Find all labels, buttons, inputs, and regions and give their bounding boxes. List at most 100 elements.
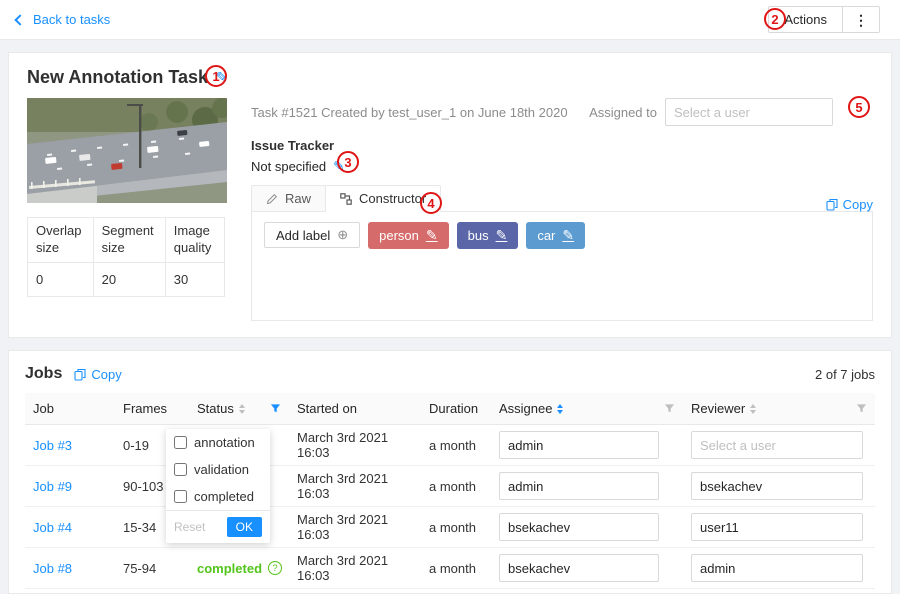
column-job[interactable]: Job xyxy=(25,393,115,425)
column-reviewer-label[interactable]: Reviewer xyxy=(691,401,745,416)
duration-cell: a month xyxy=(421,425,491,466)
column-assignee-label[interactable]: Assignee xyxy=(499,401,552,416)
assignee-input[interactable] xyxy=(499,472,659,500)
job-link[interactable]: Job #9 xyxy=(33,479,72,494)
started-cell: March 3rd 2021 16:03 xyxy=(289,425,421,466)
raw-pencil-icon xyxy=(266,193,278,205)
table-row: Job #4 15-34 March 3rd 2021 16:03 a mont… xyxy=(25,507,875,548)
task-meta-text: Task #1521 Created by test_user_1 on Jun… xyxy=(251,105,568,120)
params-value-row: 0 20 30 xyxy=(28,262,225,296)
status-filter-icon[interactable] xyxy=(270,403,281,414)
reviewer-input[interactable] xyxy=(691,554,863,582)
params-header-row: Overlap size Segment size Image quality xyxy=(28,218,225,263)
assigned-to-wrap: Assigned to xyxy=(589,98,873,126)
status-badge: completed ? xyxy=(197,561,282,576)
filter-option-validation[interactable]: validation xyxy=(166,456,270,483)
status-cell: completed ? xyxy=(189,548,289,589)
status-sort-icons[interactable] xyxy=(239,404,245,414)
copy-icon xyxy=(74,368,86,381)
assignee-sort-icons[interactable] xyxy=(557,404,563,414)
jobs-table-header-row: Job Frames Status Started on Duration xyxy=(25,393,875,425)
tab-raw-label: Raw xyxy=(285,191,311,206)
filter-option-completed-label: completed xyxy=(194,489,254,504)
jobs-copy-label: Copy xyxy=(91,367,121,382)
jobs-title: Jobs xyxy=(25,365,62,383)
task-parameters-table: Overlap size Segment size Image quality … xyxy=(27,217,225,297)
label-chip-bus[interactable]: bus ✎ xyxy=(457,222,519,249)
started-cell: March 3rd 2021 16:03 xyxy=(289,466,421,507)
more-menu-button[interactable]: ⋮ xyxy=(842,6,880,33)
back-to-tasks-label: Back to tasks xyxy=(33,12,110,27)
label-chip-person[interactable]: person ✎ xyxy=(368,222,448,249)
reviewer-input[interactable] xyxy=(691,431,863,459)
assignee-input[interactable] xyxy=(499,554,659,582)
duration-cell: a month xyxy=(421,548,491,589)
task-left-column: Overlap size Segment size Image quality … xyxy=(27,98,227,321)
constructor-icon xyxy=(340,193,352,205)
annotation-marker-5: 5 xyxy=(848,96,870,118)
jobs-header: Jobs Copy 2 of 7 jobs xyxy=(25,363,875,385)
back-to-tasks-link[interactable]: Back to tasks xyxy=(16,12,110,27)
label-chip-car[interactable]: car ✎ xyxy=(526,222,585,249)
task-details-card: New Annotation Task ✎ xyxy=(8,52,892,338)
filter-option-annotation[interactable]: annotation xyxy=(166,429,270,456)
table-row: Job #9 90-103 March 3rd 2021 16:03 a mon… xyxy=(25,466,875,507)
add-label-button[interactable]: Add label ⊕ xyxy=(264,222,360,248)
reviewer-sort-icons[interactable] xyxy=(750,404,756,414)
jobs-copy-link[interactable]: Copy xyxy=(74,367,121,382)
edit-label-person-icon[interactable]: ✎ xyxy=(426,227,438,244)
reviewer-filter-icon[interactable] xyxy=(856,403,867,414)
add-label-text: Add label xyxy=(276,228,330,243)
filter-checkbox-completed[interactable] xyxy=(174,490,187,503)
reviewer-input[interactable] xyxy=(691,513,863,541)
filter-checkbox-validation[interactable] xyxy=(174,463,187,476)
more-menu-icon: ⋮ xyxy=(854,12,868,28)
annotation-marker-3: 3 xyxy=(337,151,359,173)
assigned-to-input[interactable] xyxy=(665,98,833,126)
assignee-input[interactable] xyxy=(499,513,659,541)
table-row: Job #3 0-19 March 3rd 2021 16:03 a month xyxy=(25,425,875,466)
status-filter-dropdown: annotation validation completed Reset OK xyxy=(166,429,270,543)
filter-ok-button[interactable]: OK xyxy=(227,517,262,537)
table-row: Job #8 75-94 completed ? March 3rd 2021 … xyxy=(25,548,875,589)
assigned-to-label: Assigned to xyxy=(589,105,657,120)
tab-constructor-label: Constructor xyxy=(359,191,426,206)
chevron-left-icon xyxy=(14,14,25,25)
job-link[interactable]: Job #4 xyxy=(33,520,72,535)
column-assignee: Assignee xyxy=(491,393,683,425)
jobs-card: Jobs Copy 2 of 7 jobs Job Frames Status xyxy=(8,350,892,594)
column-frames[interactable]: Frames xyxy=(115,393,189,425)
filter-footer: Reset OK xyxy=(166,510,270,543)
filter-option-completed[interactable]: completed xyxy=(166,483,270,510)
annotation-marker-2: 2 xyxy=(764,8,786,30)
labels-copy-link[interactable]: Copy xyxy=(826,197,873,212)
filter-reset-button[interactable]: Reset xyxy=(174,520,205,534)
param-value-segment: 20 xyxy=(93,262,165,296)
assignee-input[interactable] xyxy=(499,431,659,459)
param-header-overlap: Overlap size xyxy=(28,218,94,263)
column-reviewer: Reviewer xyxy=(683,393,875,425)
edit-label-car-icon[interactable]: ✎ xyxy=(562,227,574,244)
filter-checkbox-annotation[interactable] xyxy=(174,436,187,449)
task-meta-row: Task #1521 Created by test_user_1 on Jun… xyxy=(251,98,873,126)
duration-cell: a month xyxy=(421,507,491,548)
job-link[interactable]: Job #3 xyxy=(33,438,72,453)
reviewer-input[interactable] xyxy=(691,472,863,500)
job-link[interactable]: Job #8 xyxy=(33,561,72,576)
tab-raw[interactable]: Raw xyxy=(251,185,326,212)
plus-circle-icon: ⊕ xyxy=(337,227,348,243)
column-status: Status xyxy=(189,393,289,425)
task-title-row: New Annotation Task ✎ xyxy=(27,67,873,88)
edit-label-bus-icon[interactable]: ✎ xyxy=(496,227,508,244)
status-help-icon[interactable]: ? xyxy=(268,561,282,575)
column-status-label[interactable]: Status xyxy=(197,401,234,416)
labels-copy-label: Copy xyxy=(843,197,873,212)
column-duration[interactable]: Duration xyxy=(421,393,491,425)
annotation-marker-4: 4 xyxy=(420,192,442,214)
param-value-overlap: 0 xyxy=(28,262,94,296)
param-value-quality: 30 xyxy=(165,262,224,296)
task-title: New Annotation Task xyxy=(27,67,208,88)
param-header-segment: Segment size xyxy=(93,218,165,263)
column-started-on[interactable]: Started on xyxy=(289,393,421,425)
assignee-filter-icon[interactable] xyxy=(664,403,675,414)
